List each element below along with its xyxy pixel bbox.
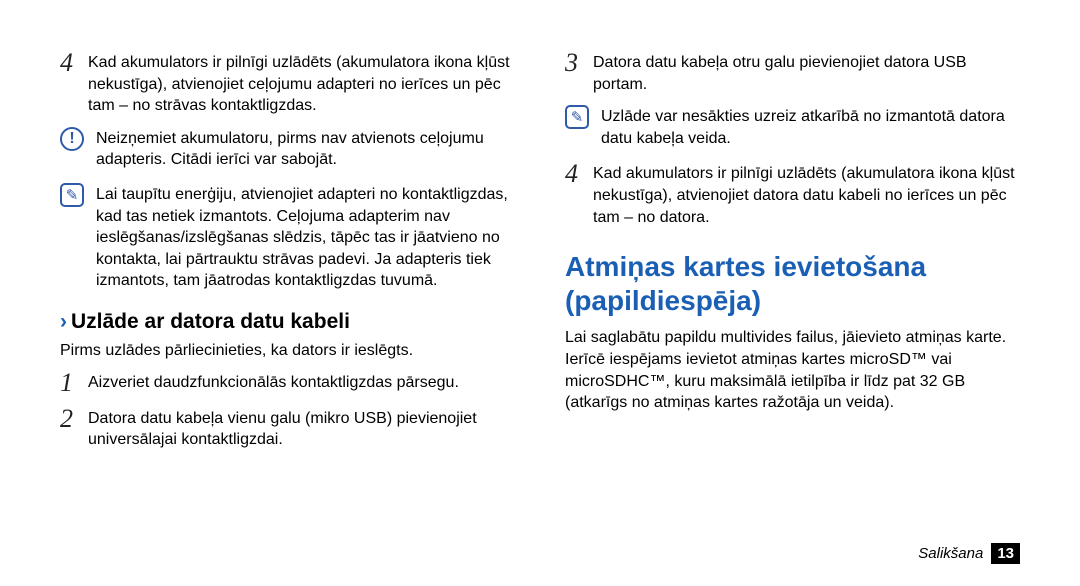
step-number: 3 (565, 50, 593, 76)
main-paragraph: Lai saglabātu papildu multivides failus,… (565, 327, 1020, 413)
subheading: ›Uzlāde ar datora datu kabeli (60, 310, 515, 334)
page-footer: Salikšana 13 (918, 543, 1020, 564)
note-text: Lai taupītu enerģiju, atvienojiet adapte… (96, 183, 515, 292)
step-text: Datora datu kabeļa vienu galu (mikro USB… (88, 406, 515, 451)
right-step-4: 4 Kad akumulators ir pilnīgi uzlādēts (a… (565, 161, 1020, 228)
main-heading: Atmiņas kartes ievietošana (papildiespēj… (565, 250, 1020, 317)
note-icon: ✎ (60, 183, 88, 207)
pretext: Pirms uzlādes pārliecinieties, ka dators… (60, 340, 515, 362)
chevron-icon: › (60, 310, 67, 333)
note-text: Uzlāde var nesākties uzreiz atkarībā no … (601, 105, 1020, 149)
note-block: ✎ Uzlāde var nesākties uzreiz atkarībā n… (565, 105, 1020, 149)
step-number: 1 (60, 370, 88, 396)
step-text: Datora datu kabeļa otru galu pievienojie… (593, 50, 1020, 95)
step-text: Aizveriet daudzfunkcionālās kontaktligzd… (88, 370, 459, 394)
left-column: 4 Kad akumulators ir pilnīgi uzlādēts (a… (60, 50, 515, 461)
step-number: 4 (565, 161, 593, 187)
warning-text: Neizņemiet akumulatoru, pirms nav atvien… (96, 127, 515, 171)
right-column: 3 Datora datu kabeļa otru galu pievienoj… (565, 50, 1020, 461)
note-block: ✎ Lai taupītu enerģiju, atvienojiet adap… (60, 183, 515, 292)
step-number: 4 (60, 50, 88, 76)
right-step-3: 3 Datora datu kabeļa otru galu pievienoj… (565, 50, 1020, 95)
warning-block: ! Neizņemiet akumulatoru, pirms nav atvi… (60, 127, 515, 171)
left-step-2: 2 Datora datu kabeļa vienu galu (mikro U… (60, 406, 515, 451)
page-number: 13 (991, 543, 1020, 564)
left-step-1: 1 Aizveriet daudzfunkcionālās kontaktlig… (60, 370, 515, 396)
step-text: Kad akumulators ir pilnīgi uzlādēts (aku… (593, 161, 1020, 228)
left-step-4: 4 Kad akumulators ir pilnīgi uzlādēts (a… (60, 50, 515, 117)
subheading-text: Uzlāde ar datora datu kabeli (71, 310, 350, 333)
footer-section: Salikšana (918, 545, 983, 562)
page-columns: 4 Kad akumulators ir pilnīgi uzlādēts (a… (60, 50, 1020, 461)
note-icon: ✎ (565, 105, 593, 129)
warning-icon: ! (60, 127, 88, 151)
step-number: 2 (60, 406, 88, 432)
step-text: Kad akumulators ir pilnīgi uzlādēts (aku… (88, 50, 515, 117)
